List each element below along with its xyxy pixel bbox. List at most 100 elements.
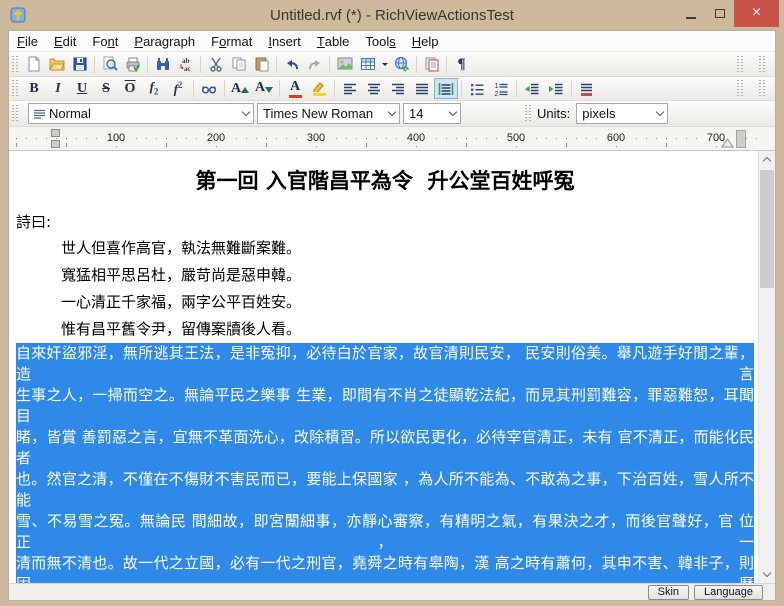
toolbar-grip[interactable] (12, 80, 18, 97)
outdent-icon (524, 81, 540, 97)
style-combobox[interactable]: Normal (28, 103, 254, 124)
maximize-button[interactable] (705, 0, 734, 27)
toolbar-grip[interactable] (12, 105, 18, 122)
menu-font[interactable]: Font (84, 31, 126, 51)
scroll-down-button[interactable] (759, 566, 775, 583)
horizontal-ruler[interactable]: 100 200 300 400 500 600 700 (9, 127, 775, 151)
toolbar-grip[interactable] (759, 56, 765, 73)
verse-intro-line[interactable]: 詩曰: (16, 209, 754, 235)
menu-format[interactable]: Format (203, 31, 260, 51)
save-button[interactable] (68, 54, 91, 75)
poem-line[interactable]: 世人但喜作高官，執法無難斷案難。 (16, 235, 754, 262)
underline-button[interactable]: U (70, 78, 94, 99)
copy-icon (231, 56, 247, 72)
menu-help[interactable]: Help (404, 31, 447, 51)
paste-special-button[interactable] (420, 54, 443, 75)
print-button[interactable] (121, 54, 144, 75)
new-document-button[interactable] (22, 54, 45, 75)
skin-button[interactable]: Skin (648, 585, 689, 600)
hyperlink-globe-icon (394, 56, 410, 72)
copy-button[interactable] (227, 54, 250, 75)
document-heading[interactable]: 第一回 入官階昌平為令 升公堂百姓呼冤 (16, 163, 754, 199)
numbering-button[interactable]: 12 (489, 78, 513, 99)
numbered-list-icon: 12 (493, 81, 509, 97)
increase-indent-button[interactable] (544, 78, 568, 99)
grow-font-button[interactable]: A (228, 78, 252, 99)
toolbar-grip[interactable] (759, 80, 765, 97)
align-right-button[interactable] (386, 78, 410, 99)
toolbar-grip[interactable] (12, 56, 18, 73)
insert-image-button[interactable] (333, 54, 356, 75)
toolbar-standard: abac ¶ (9, 52, 775, 77)
print-preview-button[interactable] (98, 54, 121, 75)
bullets-button[interactable] (465, 78, 489, 99)
font-name-combobox[interactable]: Times New Roman (257, 103, 400, 124)
menu-insert[interactable]: Insert (260, 31, 309, 51)
scrollbar-thumb[interactable] (760, 170, 774, 288)
font-size-value: 14 (409, 106, 441, 121)
menu-file[interactable]: File (9, 31, 46, 51)
left-indent-marker[interactable] (51, 140, 60, 148)
redo-button[interactable] (303, 54, 326, 75)
font-color-button[interactable]: A (283, 78, 307, 99)
minimize-button[interactable] (676, 0, 705, 27)
menu-table[interactable]: Table (309, 31, 358, 51)
replace-button[interactable]: abac (174, 54, 197, 75)
undo-button[interactable] (280, 54, 303, 75)
menu-tools[interactable]: Tools (357, 31, 403, 51)
insert-hyperlink-button[interactable] (390, 54, 413, 75)
justify-full-button[interactable] (434, 78, 458, 99)
poem-line[interactable]: 惟有昌平舊令尹，留傳案牘後人看。 (16, 316, 754, 343)
poem-line[interactable]: 寬猛相平思呂杜，嚴苛尚是惡申韓。 (16, 262, 754, 289)
selected-line[interactable]: 也。然官之清，不僅在不傷財不害民而已，要能上保國家 ，為人所不能為、不敢為之事，… (16, 469, 754, 511)
close-button[interactable]: × (734, 0, 779, 27)
align-center-button[interactable] (362, 78, 386, 99)
menu-paragraph[interactable]: Paragraph (126, 31, 203, 51)
show-paragraph-marks-button[interactable]: ¶ (450, 54, 473, 75)
vertical-scrollbar[interactable] (758, 151, 775, 583)
selected-line[interactable]: 清而無不清也。故一代之立國，必有一代之刑官，堯舜之時有皋陶，漢 高之時有蕭何，其… (16, 553, 754, 583)
subscript-button[interactable]: f2 (142, 78, 166, 99)
insert-table-menu-button[interactable] (379, 54, 390, 75)
right-indent-marker[interactable] (721, 138, 734, 148)
chevron-up-icon (763, 157, 771, 165)
toolbar-grip[interactable] (737, 80, 743, 97)
editor-area[interactable]: 第一回 入官階昌平為令 升公堂百姓呼冤 詩曰: 世人但喜作高官，執法無難斷案難。… (9, 151, 758, 583)
insert-table-button[interactable] (356, 54, 379, 75)
scroll-up-button[interactable] (759, 151, 775, 168)
toolbar-grip[interactable] (737, 56, 743, 73)
first-line-indent-marker[interactable] (51, 129, 60, 137)
find-button[interactable] (151, 54, 174, 75)
chevron-down-icon (652, 104, 667, 123)
toolbar-separator (416, 56, 417, 73)
bold-button[interactable]: B (22, 78, 46, 99)
toolbar-grip[interactable] (525, 105, 531, 122)
selected-text-block[interactable]: 自來奸盜邪淫，無所逃其王法，是非冤抑，必待白於官家，故官清則民安， 民安則俗美。… (16, 343, 754, 583)
font-size-combobox[interactable]: 14 (403, 103, 461, 124)
highlight-color-button[interactable] (307, 78, 331, 99)
language-button[interactable]: Language (694, 585, 763, 600)
align-left-button[interactable] (338, 78, 362, 99)
units-combobox[interactable]: pixels (576, 103, 668, 124)
right-margin-marker[interactable] (736, 130, 746, 148)
decrease-indent-button[interactable] (520, 78, 544, 99)
shrink-font-button[interactable]: A (252, 78, 276, 99)
strikethrough-button[interactable]: S (94, 78, 118, 99)
titlebar[interactable]: Untitled.rvf (*) - RichViewActionsTest × (0, 0, 784, 30)
paragraph-shading-button[interactable] (575, 78, 599, 99)
overline-button[interactable]: O (118, 78, 142, 99)
hyperlink-glasses-button[interactable] (197, 78, 221, 99)
open-button[interactable] (45, 54, 68, 75)
selected-line[interactable]: 自來奸盜邪淫，無所逃其王法，是非冤抑，必待白於官家，故官清則民安， 民安則俗美。… (16, 343, 754, 385)
paste-button[interactable] (250, 54, 273, 75)
find-binoculars-icon (155, 56, 171, 72)
selected-line[interactable]: 雪、不易雪之冤。無論民 間細故，即宮闈細事，亦靜心審察，有精明之氣，有果決之才，… (16, 511, 754, 553)
justify-button[interactable] (410, 78, 434, 99)
selected-line[interactable]: 生事之人，一掃而空之。無論平民之樂事 生業，即間有不肖之徒顯乾法紀，而見其刑罰難… (16, 385, 754, 427)
selected-line[interactable]: 睹，皆賞 善罰惡之言，宜無不革面洗心，改除積習。所以欲民更化，必待宰官清正，未有… (16, 427, 754, 469)
menu-edit[interactable]: Edit (46, 31, 84, 51)
cut-button[interactable] (204, 54, 227, 75)
superscript-button[interactable]: f2 (166, 78, 190, 99)
poem-line[interactable]: 一心清正千家福，兩字公平百姓安。 (16, 289, 754, 316)
italic-button[interactable]: I (46, 78, 70, 99)
